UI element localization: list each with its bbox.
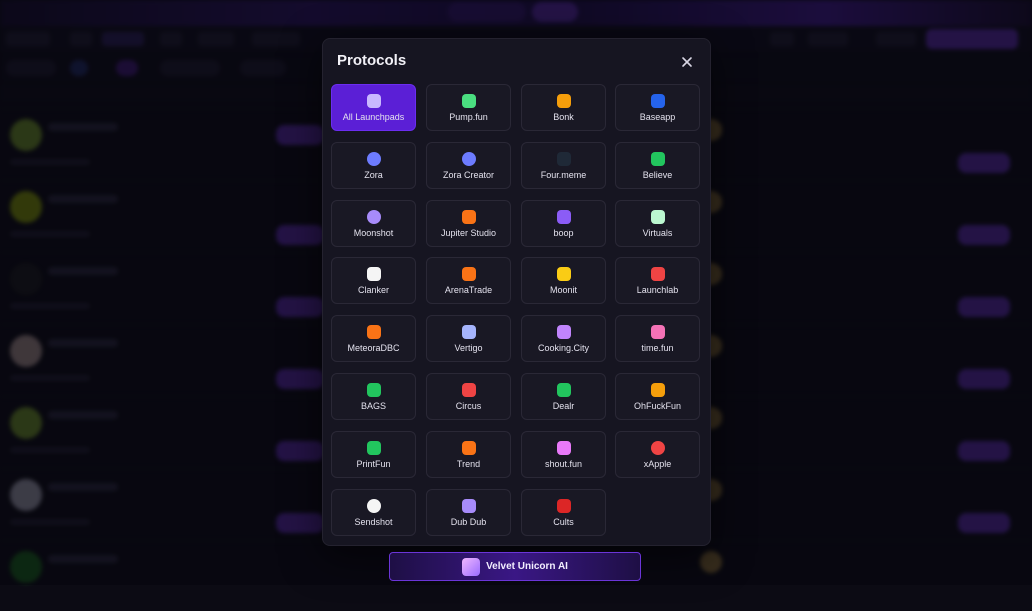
protocol-tile[interactable]: boop — [521, 200, 606, 247]
protocol-label: Virtuals — [642, 228, 673, 238]
protocol-tile[interactable]: BAGS — [331, 373, 416, 420]
vertigo-icon — [461, 325, 476, 339]
bag-icon — [366, 383, 381, 397]
arrow-icon — [556, 267, 571, 281]
protocol-label: shout.fun — [544, 459, 583, 469]
dealr-icon — [556, 383, 571, 397]
protocol-tile[interactable]: time.fun — [615, 315, 700, 362]
protocol-label: Moonshot — [353, 228, 394, 238]
protocol-tile[interactable]: xApple — [615, 431, 700, 478]
orb-icon — [461, 152, 476, 166]
protocol-tile[interactable]: Trend — [426, 431, 511, 478]
flame-icon — [461, 441, 476, 455]
ohfuck-icon — [650, 383, 665, 397]
protocol-label: xApple — [643, 459, 672, 469]
bonk-icon — [556, 94, 571, 108]
boop-icon — [556, 210, 571, 224]
protocol-tile[interactable]: Launchlab — [615, 257, 700, 304]
protocol-label: Launchlab — [636, 285, 679, 295]
protocol-tile[interactable]: Cults — [521, 489, 606, 536]
protocol-label: Vertigo — [454, 343, 483, 353]
protocol-tile[interactable]: Zora Creator — [426, 142, 511, 189]
protocol-tile[interactable]: Dealr — [521, 373, 606, 420]
cults-icon — [556, 499, 571, 513]
pill-icon — [461, 94, 476, 108]
protocol-tile[interactable]: Clanker — [331, 257, 416, 304]
protocol-tile[interactable]: Four.meme — [521, 142, 606, 189]
protocol-tile[interactable]: Sendshot — [331, 489, 416, 536]
modal-title: Protocols — [337, 52, 407, 69]
protocol-label: Zora — [364, 170, 383, 180]
shout-icon — [556, 441, 571, 455]
cooking-icon — [556, 325, 571, 339]
protocol-label: ArenaTrade — [444, 285, 493, 295]
dubdub-icon — [461, 499, 476, 513]
printfun-icon — [366, 441, 381, 455]
protocols-modal: Protocols All Launchpads Pump.fun Bonk Base… — [322, 38, 711, 546]
protocol-tile[interactable]: Believe — [615, 142, 700, 189]
velvet-unicorn-banner[interactable]: Velvet Unicorn AI — [389, 552, 641, 581]
protocol-label: Bonk — [553, 112, 574, 122]
protocol-label: Cults — [553, 517, 574, 527]
protocol-tile[interactable]: Zora — [331, 142, 416, 189]
protocol-label: Circus — [455, 401, 482, 411]
protocol-label: Clanker — [357, 285, 389, 295]
protocol-tile[interactable]: Baseapp — [615, 84, 700, 131]
arena-icon — [461, 267, 476, 281]
protocol-label: time.fun — [641, 343, 674, 353]
protocol-label: Baseapp — [639, 112, 676, 122]
protocol-label: Dub Dub — [450, 517, 487, 527]
four-meme-icon — [556, 152, 571, 166]
protocol-tile[interactable]: Cooking.City — [521, 315, 606, 362]
protocol-label: Moonit — [549, 285, 577, 295]
protocol-tile[interactable]: OhFuckFun — [615, 373, 700, 420]
protocol-label: Pump.fun — [449, 112, 488, 122]
protocol-label: Zora Creator — [442, 170, 495, 180]
protocol-label: All Launchpads — [342, 112, 405, 122]
banner-label: Velvet Unicorn AI — [486, 561, 568, 572]
clanker-icon — [366, 267, 381, 281]
protocol-tile[interactable]: ArenaTrade — [426, 257, 511, 304]
protocol-tile[interactable]: Circus — [426, 373, 511, 420]
virtuals-icon — [650, 210, 665, 224]
believe-icon — [650, 152, 665, 166]
protocol-label: PrintFun — [356, 459, 391, 469]
orb-icon — [366, 152, 381, 166]
protocol-tile[interactable]: PrintFun — [331, 431, 416, 478]
protocol-tile[interactable]: Bonk — [521, 84, 606, 131]
protocol-label: Cooking.City — [537, 343, 590, 353]
protocol-tile[interactable]: Pump.fun — [426, 84, 511, 131]
protocol-label: Dealr — [552, 401, 575, 411]
circus-icon — [461, 383, 476, 397]
grid-scan-icon — [366, 94, 381, 108]
meteora-icon — [366, 325, 381, 339]
protocol-tile[interactable]: Jupiter Studio — [426, 200, 511, 247]
moon-icon — [366, 210, 381, 224]
protocol-label: OhFuckFun — [633, 401, 682, 411]
protocol-tile[interactable]: All Launchpads — [331, 84, 416, 131]
protocol-label: Four.meme — [540, 170, 587, 180]
protocol-tile[interactable]: Moonshot — [331, 200, 416, 247]
protocol-label: MeteoraDBC — [347, 343, 400, 353]
apple-icon — [650, 441, 665, 455]
protocol-tile[interactable]: MeteoraDBC — [331, 315, 416, 362]
protocol-label: BAGS — [360, 401, 386, 411]
protocol-tile[interactable]: Virtuals — [615, 200, 700, 247]
protocol-tile[interactable]: shout.fun — [521, 431, 606, 478]
protocol-tile[interactable]: Moonit — [521, 257, 606, 304]
protocol-tile[interactable]: Dub Dub — [426, 489, 511, 536]
protocol-label: Trend — [456, 459, 481, 469]
protocol-label: Sendshot — [354, 517, 393, 527]
protocol-label: boop — [553, 228, 574, 238]
close-icon[interactable] — [678, 53, 696, 71]
jupiter-icon — [461, 210, 476, 224]
unicorn-avatar-icon — [462, 557, 481, 576]
sendshot-icon — [366, 499, 381, 513]
hourglass-icon — [650, 325, 665, 339]
protocol-label: Jupiter Studio — [440, 228, 497, 238]
protocol-label: Believe — [642, 170, 673, 180]
square-icon — [650, 94, 665, 108]
launchlab-icon — [650, 267, 665, 281]
protocol-tile[interactable]: Vertigo — [426, 315, 511, 362]
